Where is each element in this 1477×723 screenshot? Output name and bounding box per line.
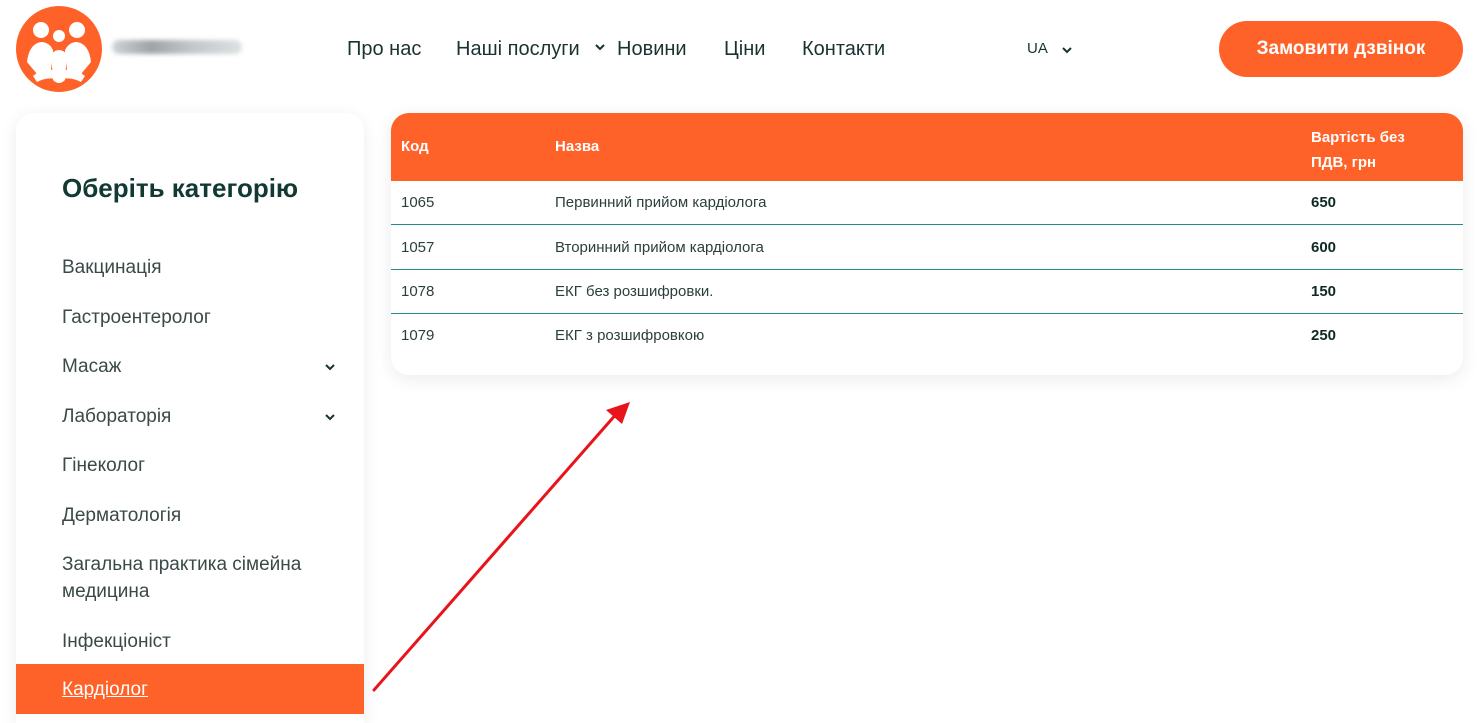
sidebar-item-label: Кардіолог: [62, 679, 149, 700]
nav-item-contacts[interactable]: Контакти: [802, 38, 885, 61]
column-header-price: Вартість без ПДВ, грн: [1311, 129, 1405, 171]
language-selector[interactable]: UA: [1027, 40, 1048, 57]
chevron-down-icon[interactable]: [1061, 44, 1073, 56]
sidebar-title: Оберіть категорію: [62, 173, 299, 203]
chevron-down-icon[interactable]: [324, 411, 336, 423]
cell-price: 600: [1311, 239, 1337, 256]
sidebar-item-gynecologist[interactable]: Гінеколог: [16, 452, 364, 482]
sidebar-item-laboratory[interactable]: Лабораторія: [16, 403, 364, 433]
family-logo-icon[interactable]: [15, 6, 103, 92]
table-row: 1057 Вторинний прийом кардіолога 600: [391, 226, 1463, 270]
sidebar-item-vaccination[interactable]: Вакцинація: [16, 254, 364, 284]
cell-code: 1078: [401, 283, 435, 300]
chevron-down-icon[interactable]: [594, 41, 606, 53]
logo-text-blurred: [112, 40, 242, 54]
table-row: 1079 ЕКГ з розшифровкою 250: [391, 314, 1463, 358]
nav-item-prices[interactable]: Ціни: [724, 38, 765, 61]
sidebar-item-massage[interactable]: Масаж: [16, 353, 364, 383]
column-header-code: Код: [401, 138, 429, 155]
table-row: 1078 ЕКГ без розшифровки. 150: [391, 270, 1463, 314]
site-header: Про нас Наші послуги Новини Ціни Контакт…: [0, 0, 1477, 100]
nav-item-about[interactable]: Про нас: [347, 38, 421, 61]
sidebar-item-label: Дерматологія: [62, 505, 182, 526]
sidebar-item-label: Лабораторія: [62, 406, 172, 427]
chevron-down-icon[interactable]: [324, 361, 336, 373]
sidebar-item-cardiologist[interactable]: Кардіолог: [16, 664, 364, 714]
price-table: Код Назва Вартість без ПДВ, грн 1065 Пер…: [391, 113, 1463, 375]
cell-name: Первинний прийом кардіолога: [555, 194, 767, 211]
sidebar-item-dermatology[interactable]: Дерматологія: [16, 502, 364, 532]
sidebar-item-infectionist[interactable]: Інфекціоніст: [16, 628, 364, 658]
cell-price: 650: [1311, 194, 1337, 211]
cell-name: Вторинний прийом кардіолога: [555, 239, 764, 256]
cell-name: ЕКГ без розшифровки.: [555, 283, 714, 300]
cell-price: 250: [1311, 327, 1337, 344]
table-row: 1065 Первинний прийом кардіолога 650: [391, 181, 1463, 225]
sidebar-item-label: Гінеколог: [62, 455, 146, 476]
sidebar-item-gastroenterologist[interactable]: Гастроентеролог: [16, 304, 364, 334]
table-header: Код Назва Вартість без ПДВ, грн: [391, 113, 1463, 181]
cell-code: 1079: [401, 327, 435, 344]
sidebar-item-label: Вакцинація: [62, 257, 162, 278]
column-header-name: Назва: [555, 138, 600, 155]
sidebar-item-label: Загальна практика сімейна медицина: [62, 554, 302, 602]
cell-code: 1057: [401, 239, 435, 256]
sidebar-item-label: Інфекціоніст: [62, 631, 171, 652]
nav-item-services[interactable]: Наші послуги: [456, 38, 580, 61]
nav-item-news[interactable]: Новини: [617, 38, 687, 61]
cell-price: 150: [1311, 283, 1337, 300]
sidebar-item-label: Гастроентеролог: [62, 307, 211, 328]
order-call-button[interactable]: Замовити дзвінок: [1219, 21, 1463, 77]
sidebar-item-label: Масаж: [62, 356, 122, 377]
cell-code: 1065: [401, 194, 435, 211]
sidebar-item-family-medicine[interactable]: Загальна практика сімейна медицина: [16, 551, 364, 607]
cell-name: ЕКГ з розшифровкою: [555, 327, 705, 344]
category-sidebar: Оберіть категорію Вакцинація Гастроентер…: [16, 113, 364, 723]
